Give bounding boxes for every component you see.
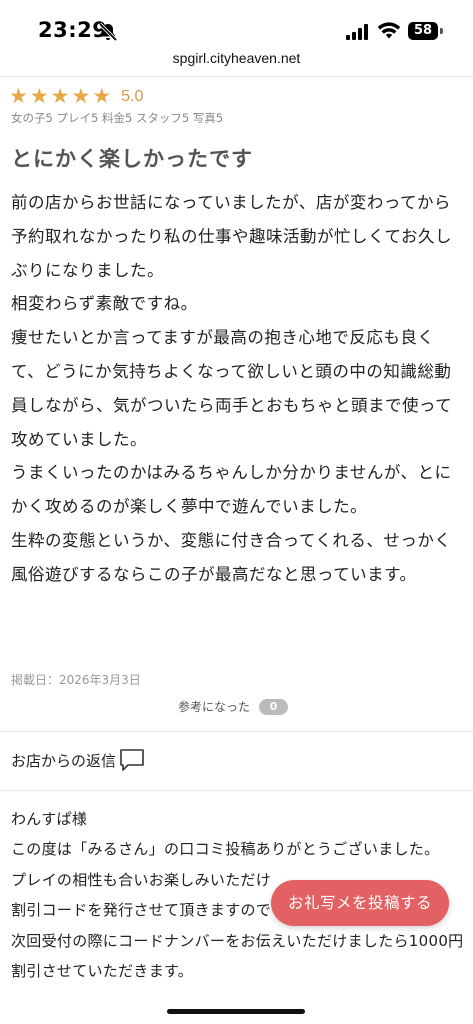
clock: 23:29: [38, 18, 108, 42]
star-icon: ★: [9, 84, 28, 108]
divider: [0, 76, 473, 77]
helpful-label: 参考になった: [178, 700, 251, 714]
battery-icon: 58: [408, 22, 438, 40]
reply-line: この度は「みるさん」の口コミ投稿ありがとうございました。: [11, 840, 440, 859]
review-body: 前の店からお世話になっていましたが、店が変わってから予約取れなかったり私の仕事や…: [11, 186, 463, 592]
shop-reply-label: お店からの返信: [11, 751, 117, 770]
sub-ratings: 女の子5 プレイ5 料金5 スタッフ5 写真5: [11, 111, 224, 125]
wifi-icon: [377, 22, 401, 39]
reply-line: 次回受付の際にコードナンバーをお伝えいただけましたら1000円割引させていただき…: [11, 931, 464, 981]
divider: [0, 731, 473, 732]
home-indicator[interactable]: [167, 1009, 305, 1014]
review-paragraph: 生粋の変態というか、変態に付き合ってくれる、せっかく風俗遊びするならこの子が最高…: [11, 530, 452, 584]
status-bar: 23:29 58: [0, 0, 473, 50]
star-icon: ★: [92, 84, 112, 108]
review-paragraph: 相変わらず素敵ですね。: [11, 294, 198, 314]
review-title: とにかく楽しかったです: [11, 147, 253, 171]
divider: [0, 790, 473, 791]
shop-reply-heading[interactable]: お店からの返信: [11, 748, 145, 772]
bell-off-icon: [98, 22, 118, 42]
star-icon: ★: [71, 84, 91, 108]
review-paragraph: 前の店からお世話になっていましたが、店が変わってから予約取れなかったり私の仕事や…: [11, 193, 453, 280]
posted-date: 掲載日：2026年3月3日: [11, 673, 141, 687]
rating-value: 5.0: [121, 87, 144, 105]
star-icon: ★: [29, 84, 49, 108]
cellular-signal-icon: [346, 24, 372, 40]
helpful-button[interactable]: 参考になった 0: [178, 698, 289, 715]
star-icon: ★: [50, 84, 70, 108]
review-paragraph: うまくいったのかはみるちゃんしか分かりませんが、とにかく攻めるのが楽しく夢中で遊…: [11, 463, 452, 517]
post-thanks-photo-button[interactable]: お礼写メを投稿する: [271, 880, 449, 926]
url-bar[interactable]: spgirl.cityheaven.net: [0, 50, 473, 76]
reply-line: わんすぱ様: [11, 810, 88, 828]
review-paragraph: 痩せたいとか言ってますが最高の抱き心地で反応も良くて、どうにか気持ちよくなって欲…: [11, 328, 453, 449]
star-rating: ★ ★ ★ ★ ★ 5.0: [9, 86, 143, 107]
helpful-count-badge: 0: [259, 698, 289, 715]
chat-bubble-icon: [120, 749, 144, 771]
battery-cap: [440, 28, 443, 34]
